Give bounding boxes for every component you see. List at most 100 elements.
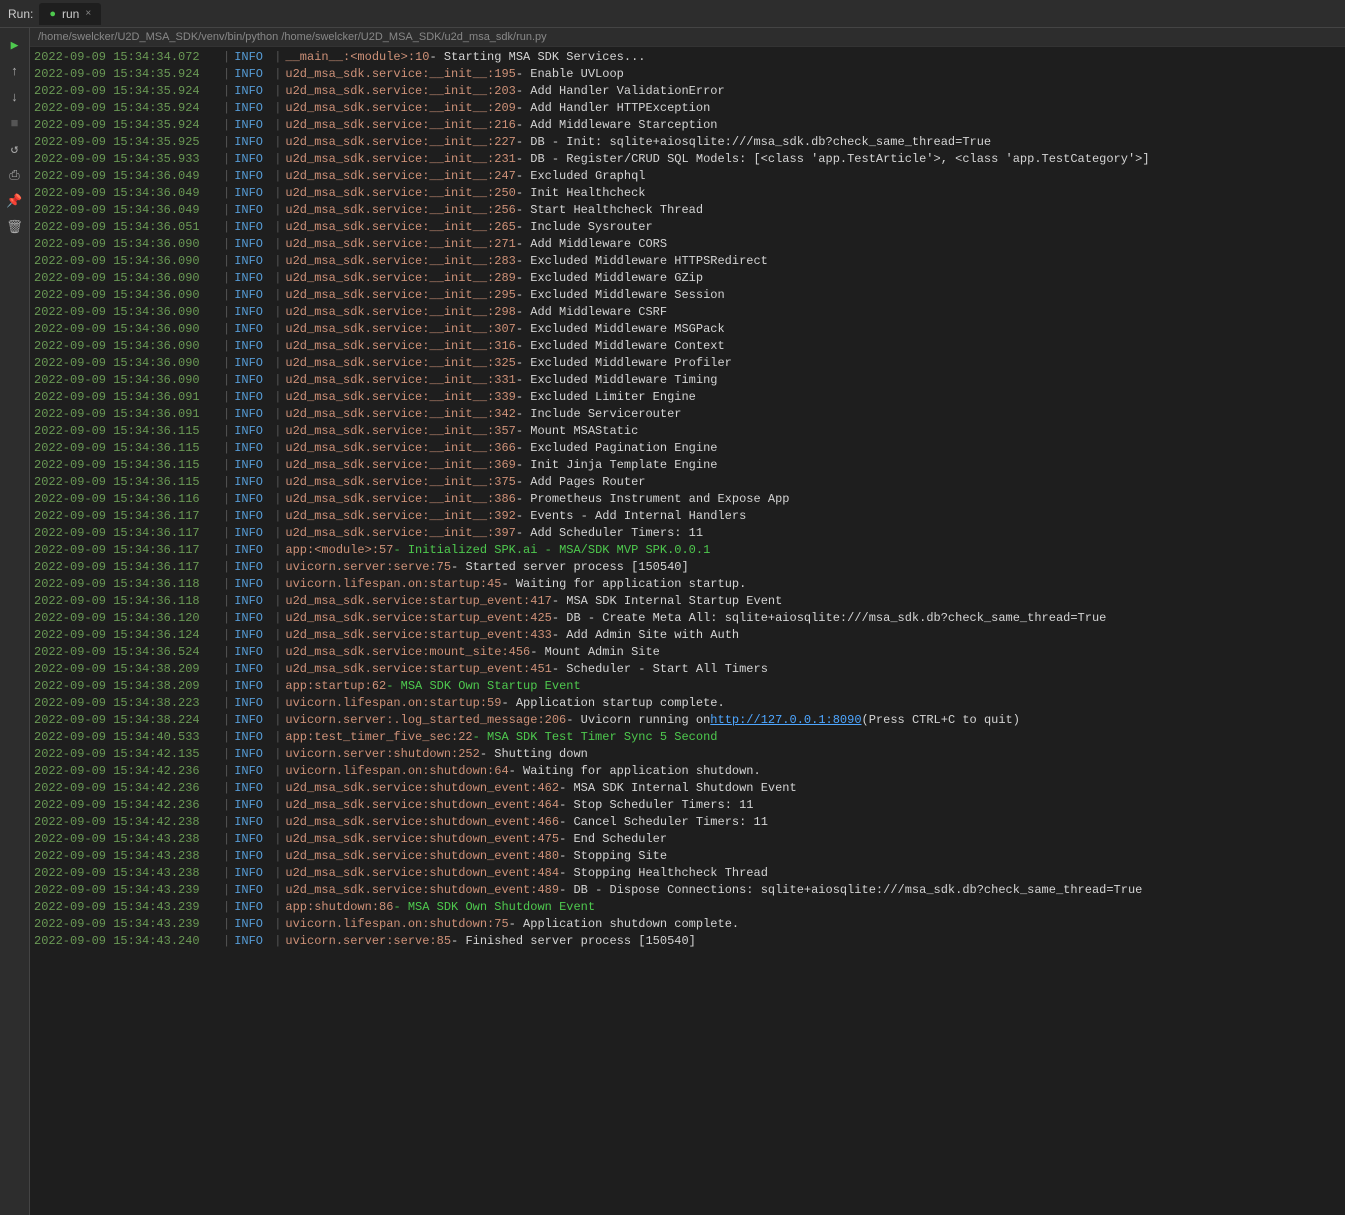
pipe-separator: | [274,712,281,729]
pipe-separator: | [274,151,281,168]
log-source: u2d_msa_sdk.service:__init__:369 [285,457,515,474]
pipe-separator: | [223,661,230,678]
play-button[interactable]: ▶ [4,34,26,56]
log-timestamp: 2022-09-09 15:34:36.115 [34,474,219,491]
pipe-separator: | [274,729,281,746]
pipe-separator: | [223,882,230,899]
log-line: 2022-09-09 15:34:36.118 | INFO | uvicorn… [30,576,1345,593]
log-level: INFO [234,525,270,542]
log-message: - Waiting for application shutdown. [509,763,761,780]
log-timestamp: 2022-09-09 15:34:36.120 [34,610,219,627]
log-container[interactable]: 2022-09-09 15:34:34.072 | INFO | __main_… [30,47,1345,1215]
log-level: INFO [234,763,270,780]
log-level: INFO [234,797,270,814]
log-message: - Enable UVLoop [516,66,624,83]
log-message: - Shutting down [480,746,588,763]
log-message: - MSA SDK Internal Shutdown Event [559,780,797,797]
log-message: - Excluded Middleware Profiler [516,355,732,372]
log-level: INFO [234,848,270,865]
log-source: u2d_msa_sdk.service:startup_event:433 [285,627,551,644]
run-tab[interactable]: ● run × [39,3,101,25]
log-timestamp: 2022-09-09 15:34:35.924 [34,83,219,100]
pipe-separator: | [223,202,230,219]
top-bar: Run: ● run × [0,0,1345,28]
log-level: INFO [234,729,270,746]
stop-button[interactable]: ■ [4,112,26,134]
log-source: u2d_msa_sdk.service:__init__:271 [285,236,515,253]
pipe-separator: | [223,933,230,950]
log-source: u2d_msa_sdk.service:startup_event:425 [285,610,551,627]
log-level: INFO [234,372,270,389]
pipe-separator: | [274,916,281,933]
log-message: - Excluded Middleware GZip [516,270,703,287]
trash-button[interactable]: 🗑 [4,216,26,238]
pipe-separator: | [223,100,230,117]
log-line: 2022-09-09 15:34:36.117 | INFO | u2d_msa… [30,508,1345,525]
log-line: 2022-09-09 15:34:36.115 | INFO | u2d_msa… [30,457,1345,474]
log-source: u2d_msa_sdk.service:__init__:307 [285,321,515,338]
pipe-separator: | [274,355,281,372]
log-source: u2d_msa_sdk.service:__init__:392 [285,508,515,525]
log-link[interactable]: http://127.0.0.1:8090 [710,712,861,729]
pipe-separator: | [274,627,281,644]
log-message: - Add Handler ValidationError [516,83,725,100]
log-line: 2022-09-09 15:34:38.223 | INFO | uvicorn… [30,695,1345,712]
pipe-separator: | [223,474,230,491]
pin-button[interactable]: 📌 [4,190,26,212]
close-icon[interactable]: × [85,8,91,19]
log-timestamp: 2022-09-09 15:34:36.524 [34,644,219,661]
pipe-separator: | [223,610,230,627]
log-message: - Application startup complete. [501,695,724,712]
log-message: - Init Healthcheck [516,185,646,202]
pipe-separator: | [274,49,281,66]
pipe-separator: | [223,525,230,542]
pipe-separator: | [223,219,230,236]
log-timestamp: 2022-09-09 15:34:36.049 [34,168,219,185]
up-button[interactable]: ↑ [4,60,26,82]
pipe-separator: | [223,576,230,593]
pipe-separator: | [223,831,230,848]
pipe-separator: | [274,185,281,202]
log-level: INFO [234,593,270,610]
log-level: INFO [234,814,270,831]
rerun-button[interactable]: ↺ [4,138,26,160]
log-timestamp: 2022-09-09 15:34:36.117 [34,559,219,576]
log-source: u2d_msa_sdk.service:__init__:195 [285,66,515,83]
log-timestamp: 2022-09-09 15:34:36.090 [34,236,219,253]
pipe-separator: | [223,389,230,406]
log-level: INFO [234,287,270,304]
log-timestamp: 2022-09-09 15:34:42.135 [34,746,219,763]
log-level: INFO [234,338,270,355]
log-level: INFO [234,610,270,627]
pipe-separator: | [223,236,230,253]
log-level: INFO [234,474,270,491]
log-message: - Add Middleware Starception [516,117,718,134]
pipe-separator: | [274,661,281,678]
log-message: - DB - Register/CRUD SQL Models: [<class… [516,151,1150,168]
log-line: 2022-09-09 15:34:36.049 | INFO | u2d_msa… [30,185,1345,202]
log-line: 2022-09-09 15:34:43.240 | INFO | uvicorn… [30,933,1345,950]
log-level: INFO [234,134,270,151]
run-label: Run: [8,7,33,21]
log-level: INFO [234,49,270,66]
log-line: 2022-09-09 15:34:38.209 | INFO | u2d_msa… [30,661,1345,678]
log-message: - Excluded Limiter Engine [516,389,696,406]
log-timestamp: 2022-09-09 15:34:36.118 [34,576,219,593]
pipe-separator: | [274,270,281,287]
log-message: - Prometheus Instrument and Expose App [516,491,790,508]
print-button[interactable]: ⎙ [4,164,26,186]
log-source: u2d_msa_sdk.service:__init__:331 [285,372,515,389]
pipe-separator: | [223,151,230,168]
log-message: - Excluded Middleware MSGPack [516,321,725,338]
pipe-separator: | [223,559,230,576]
log-line: 2022-09-09 15:34:36.090 | INFO | u2d_msa… [30,338,1345,355]
left-toolbar: ▶ ↑ ↓ ■ ↺ ⎙ 📌 🗑 [0,28,30,1215]
pipe-separator: | [274,797,281,814]
log-level: INFO [234,389,270,406]
pipe-separator: | [223,253,230,270]
log-line: 2022-09-09 15:34:35.925 | INFO | u2d_msa… [30,134,1345,151]
down-button[interactable]: ↓ [4,86,26,108]
log-message: - DB - Create Meta All: sqlite+aiosqlite… [552,610,1107,627]
pipe-separator: | [274,576,281,593]
log-message: - Stopping Site [559,848,667,865]
